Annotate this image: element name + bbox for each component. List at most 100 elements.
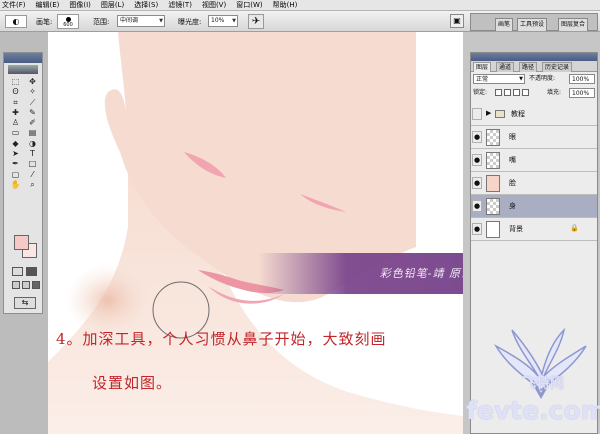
tab-history[interactable]: 历史记录 — [542, 62, 573, 72]
toolbox-logo — [8, 65, 38, 74]
tab-channels[interactable]: 通道 — [496, 62, 515, 72]
menu-file[interactable]: 文件(F) — [2, 0, 26, 10]
slice-tool-icon[interactable]: ⟋ — [24, 98, 41, 108]
menu-image[interactable]: 图像(I) — [69, 0, 91, 10]
crop-tool-icon[interactable]: ⌗ — [7, 98, 24, 108]
toolbox-titlebar[interactable] — [4, 53, 42, 63]
palette-well: 画笔 工具预设 图层复合 — [470, 13, 598, 31]
layer-row-background[interactable]: ● 背景 🔒 — [471, 218, 597, 241]
lock-all-icon[interactable] — [522, 89, 529, 96]
visibility-toggle[interactable] — [472, 108, 482, 120]
screen-mode-controls — [12, 281, 40, 291]
layer-list: ▶ 教程 ● 眼 ● 嘴 ● 脸 ● 身 ● 背景 🔒 — [471, 103, 597, 241]
brush-tool-icon[interactable]: ✎ — [24, 108, 41, 118]
eyedropper-icon[interactable]: ⁄ — [24, 170, 41, 180]
menu-window[interactable]: 窗口(W) — [236, 0, 262, 10]
lasso-tool-icon[interactable]: ʘ — [7, 87, 24, 97]
lock-transparency-icon[interactable] — [495, 89, 502, 96]
standard-mode-icon[interactable] — [12, 267, 23, 276]
lock-options — [495, 89, 535, 97]
airbrush-button[interactable]: ✈ — [248, 14, 264, 29]
layer-row-mouth[interactable]: ● 嘴 — [471, 149, 597, 172]
layer-name: 嘴 — [509, 156, 516, 164]
tab-brushes[interactable]: 画笔 — [495, 18, 514, 31]
menu-help[interactable]: 帮助(H) — [273, 0, 298, 10]
blur-tool-icon[interactable]: ◆ — [7, 139, 24, 149]
watermark-cn-text: 飞特网 — [522, 376, 564, 392]
eye-icon[interactable]: ● — [472, 131, 482, 143]
lock-position-icon[interactable] — [513, 89, 520, 96]
neck-shadow — [66, 264, 150, 336]
jump-to-imageready-button[interactable]: ⇆ — [14, 297, 36, 309]
menu-select[interactable]: 选择(S) — [134, 0, 158, 10]
layer-thumbnail — [486, 129, 500, 146]
layer-row-face[interactable]: ● 脸 — [471, 172, 597, 195]
exposure-input[interactable]: 10% — [208, 15, 238, 27]
eraser-tool-icon[interactable]: ▭ — [7, 128, 24, 138]
range-label: 范围: — [93, 18, 110, 26]
banner-text: 彩色铅笔-靖 原创教程 — [379, 267, 463, 280]
expand-arrow-icon[interactable]: ▶ — [486, 109, 491, 117]
menu-edit[interactable]: 编辑(E) — [36, 0, 60, 10]
fill-input[interactable]: 100% — [569, 88, 595, 98]
tab-layer-comps[interactable]: 图层复合 — [558, 18, 589, 31]
path-select-icon[interactable]: ➤ — [7, 149, 24, 159]
workspace-button[interactable]: ▣ — [450, 14, 464, 28]
zoom-tool-icon[interactable]: ⌕ — [24, 180, 41, 190]
workspace-icon: ▣ — [453, 16, 461, 25]
instruction-text-line1: 4。加深工具，个人习惯从鼻子开始，大致刻画 — [56, 330, 387, 348]
move-tool-icon[interactable]: ✥ — [24, 77, 41, 87]
shape-tool-icon[interactable]: □ — [24, 159, 41, 169]
layer-row-tutorial-group[interactable]: ▶ 教程 — [471, 103, 597, 126]
folder-icon — [495, 110, 505, 118]
opacity-value: 100% — [572, 76, 590, 83]
fill-label: 填充: — [547, 89, 562, 96]
dodge-tool-icon[interactable]: ◑ — [24, 139, 41, 149]
brush-picker[interactable]: 600 — [57, 14, 79, 29]
marquee-tool-icon[interactable]: ⬚ — [7, 77, 24, 87]
quick-mask-icon[interactable] — [26, 267, 37, 276]
menu-bar: 文件(F) 编辑(E) 图像(I) 图层(L) 选择(S) 滤镜(T) 视图(V… — [0, 0, 600, 11]
layers-panel-titlebar[interactable] — [471, 53, 597, 61]
layer-thumbnail — [486, 152, 500, 169]
blend-mode-select[interactable]: 正常 — [473, 74, 525, 84]
menu-filter[interactable]: 滤镜(T) — [168, 0, 192, 10]
tab-layers[interactable]: 图层 — [473, 62, 492, 72]
history-brush-icon[interactable]: ✐ — [24, 118, 41, 128]
screen-mode-full-menu-icon[interactable] — [22, 281, 30, 289]
healing-brush-icon[interactable]: ✚ — [7, 108, 24, 118]
lock-pixels-icon[interactable] — [504, 89, 511, 96]
screen-mode-full-icon[interactable] — [32, 281, 40, 289]
document-canvas[interactable]: 彩色铅笔-靖 原创教程 4。加深工具，个人习惯从鼻子开始，大致刻画 设置如图。 — [48, 32, 463, 434]
eye-icon[interactable]: ● — [472, 177, 482, 189]
imageready-icon: ⇆ — [21, 298, 29, 307]
notes-tool-icon[interactable]: ▢ — [7, 170, 24, 180]
screen-mode-standard-icon[interactable] — [12, 281, 20, 289]
layer-thumbnail — [486, 198, 500, 215]
type-tool-icon[interactable]: T — [24, 149, 41, 159]
layer-row-body[interactable]: ● 身 — [471, 195, 597, 218]
menu-layer[interactable]: 图层(L) — [101, 0, 124, 10]
layer-row-eyes[interactable]: ● 眼 — [471, 126, 597, 149]
tool-preset-picker[interactable]: ◐ — [5, 15, 27, 28]
magic-wand-icon[interactable]: ✧ — [24, 87, 41, 97]
eye-icon[interactable]: ● — [472, 200, 482, 212]
pen-tool-icon[interactable]: ✒ — [7, 159, 24, 169]
eye-icon[interactable]: ● — [472, 154, 482, 166]
range-select[interactable]: 中间调 — [117, 15, 165, 27]
title-banner: 彩色铅笔-靖 原创教程 — [258, 253, 463, 294]
opacity-input[interactable]: 100% — [569, 74, 595, 84]
lock-row: 锁定: 填充: 100% — [473, 88, 597, 99]
eye-icon[interactable]: ● — [472, 223, 482, 235]
tab-paths[interactable]: 路径 — [519, 62, 538, 72]
menu-view[interactable]: 视图(V) — [202, 0, 226, 10]
foreground-color-swatch[interactable] — [14, 235, 29, 250]
clone-stamp-icon[interactable]: ♙ — [7, 118, 24, 128]
tab-tool-presets[interactable]: 工具预设 — [517, 18, 548, 31]
blend-mode-value: 正常 — [476, 76, 489, 83]
gradient-tool-icon[interactable]: ▤ — [24, 128, 41, 138]
instruction-text-line2: 设置如图。 — [92, 374, 173, 392]
photoshop-window: 文件(F) 编辑(E) 图像(I) 图层(L) 选择(S) 滤镜(T) 视图(V… — [0, 0, 600, 434]
layer-name: 背景 — [509, 225, 523, 233]
hand-tool-icon[interactable]: ✋ — [7, 180, 24, 190]
